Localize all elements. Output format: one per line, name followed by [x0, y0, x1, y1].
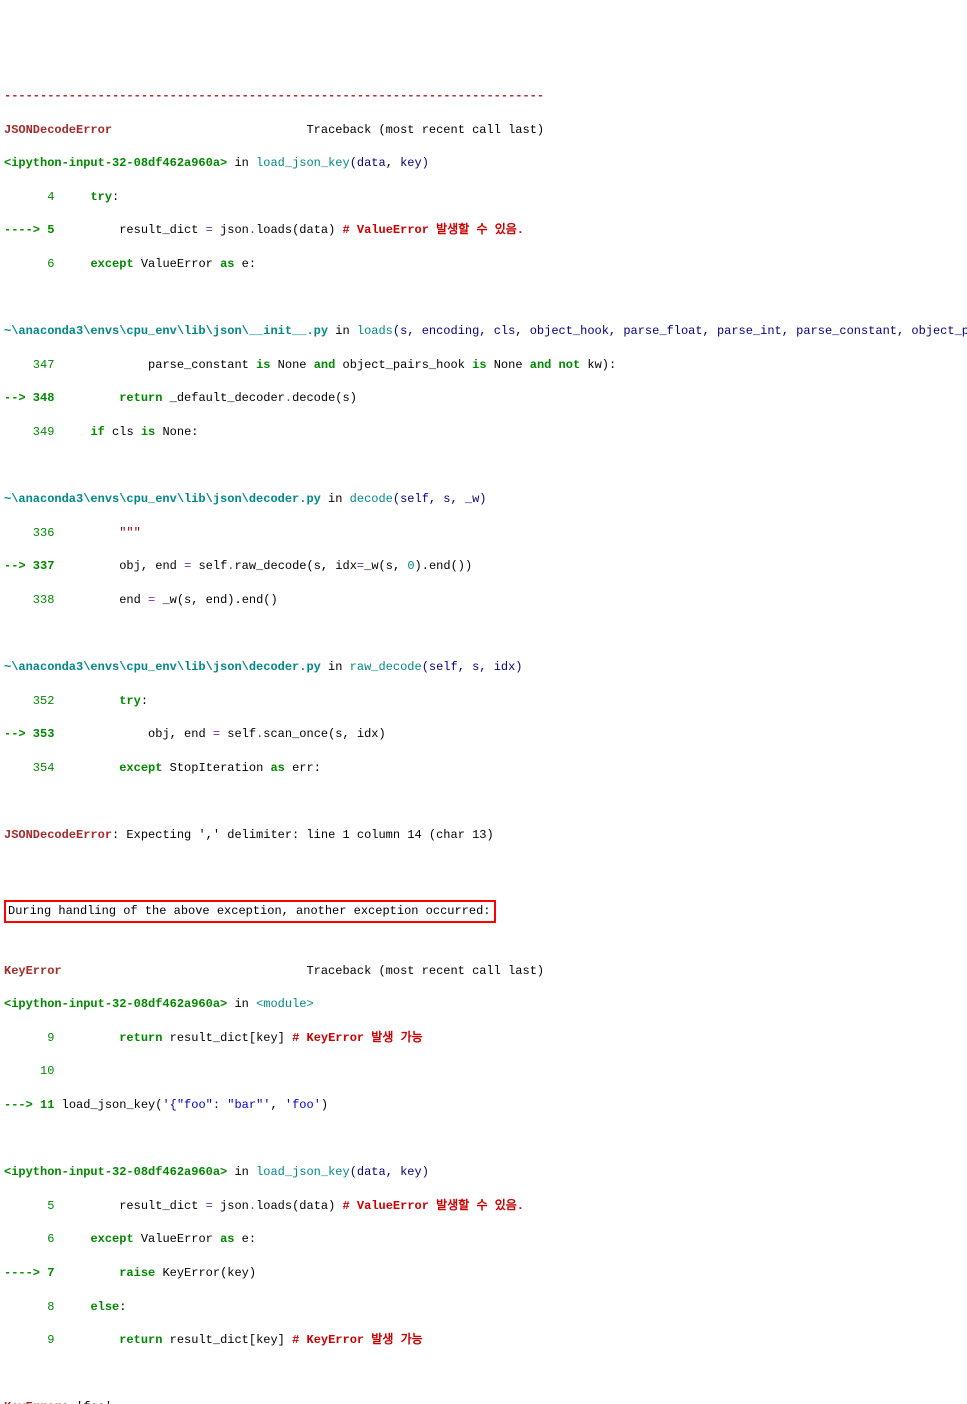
lineno: 4	[4, 190, 54, 204]
error-message-text: : Expecting ',' delimiter: line 1 column…	[112, 828, 494, 842]
error-name: KeyError	[4, 964, 62, 978]
traceback-output: ----------------------------------------…	[4, 71, 963, 1404]
traceback-label	[112, 123, 306, 137]
error-message-name: JSONDecodeError	[4, 828, 112, 842]
frame-path: ~\anaconda3\envs\cpu_env\lib\json\__init…	[4, 324, 328, 338]
frame-source: <ipython-input-32-08df462a960a>	[4, 156, 227, 170]
frame-func: load_json_key	[256, 156, 350, 170]
comment: # ValueError 발생할 수 있음.	[343, 223, 524, 237]
error-message-name: KeyError	[4, 1400, 62, 1404]
chained-exception-notice: During handling of the above exception, …	[4, 900, 496, 923]
error-name: JSONDecodeError	[4, 123, 112, 137]
separator: ----------------------------------------…	[4, 89, 544, 103]
error-message-text: : 'foo'	[62, 1400, 112, 1404]
arrow: ----> 5	[4, 223, 54, 237]
